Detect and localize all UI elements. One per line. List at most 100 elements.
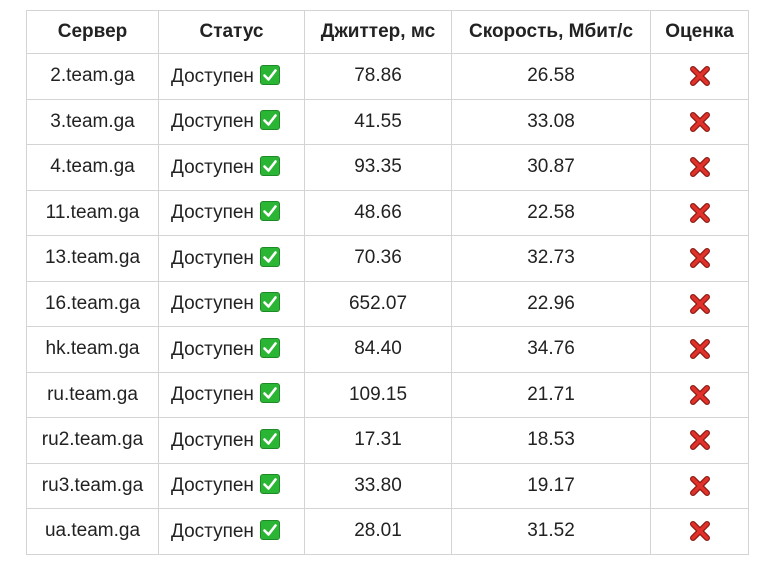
table-row: ru2.team.ga Доступен 17.31 18.53 (26, 417, 749, 464)
status-cell: Доступен (158, 508, 305, 555)
status-label: Доступен (171, 202, 254, 224)
status-label: Доступен (171, 429, 254, 451)
cross-mark-icon (689, 475, 711, 497)
jitter-cell: 33.80 (304, 462, 452, 509)
check-mark-icon (259, 519, 280, 540)
cross-mark-icon (689, 384, 711, 406)
column-header-speed: Скорость, Мбит/с (451, 10, 651, 54)
status-cell: Доступен (158, 280, 305, 327)
status-cell: Доступен (158, 235, 305, 282)
jitter-cell: 78.86 (304, 53, 452, 100)
table-row: 3.team.ga Доступен 41.55 33.08 (26, 98, 749, 145)
status-cell: Доступен (158, 462, 305, 509)
status-cell: Доступен (158, 371, 305, 418)
check-mark-icon (259, 292, 280, 313)
check-mark-icon (259, 337, 280, 358)
cross-mark-icon (689, 293, 711, 315)
status-cell: Доступен (158, 53, 305, 100)
cross-mark-icon (689, 65, 711, 87)
header-row: Сервер Статус Джиттер, мс Скорость, Мбит… (26, 10, 749, 54)
jitter-cell: 17.31 (304, 417, 452, 464)
table-row: ru.team.ga Доступен 109.15 21.71 (26, 371, 749, 418)
rating-cell (650, 280, 749, 327)
speed-cell: 26.58 (451, 53, 651, 100)
speed-cell: 18.53 (451, 417, 651, 464)
table-row: hk.team.ga Доступен 84.40 34.76 (26, 326, 749, 373)
status-label: Доступен (171, 293, 254, 315)
cross-mark-icon (689, 247, 711, 269)
status-label: Доступен (171, 111, 254, 133)
table-row: ru3.team.ga Доступен 33.80 19.17 (26, 462, 749, 509)
server-cell: 13.team.ga (26, 235, 159, 282)
cross-mark-icon (689, 202, 711, 224)
jitter-cell: 28.01 (304, 508, 452, 555)
server-cell: hk.team.ga (26, 326, 159, 373)
check-mark-icon (259, 201, 280, 222)
check-mark-icon (259, 474, 280, 495)
status-cell: Доступен (158, 144, 305, 191)
check-mark-icon (259, 110, 280, 131)
speed-cell: 33.08 (451, 98, 651, 145)
server-cell: ru3.team.ga (26, 462, 159, 509)
check-mark-icon (259, 64, 280, 85)
status-label: Доступен (171, 338, 254, 360)
status-cell: Доступен (158, 98, 305, 145)
server-cell: ru2.team.ga (26, 417, 159, 464)
cross-mark-icon (689, 111, 711, 133)
check-mark-icon (259, 428, 280, 449)
server-cell: 4.team.ga (26, 144, 159, 191)
table-body: 2.team.ga Доступен 78.86 26.58 3.team.ga Дост… (26, 53, 749, 555)
column-header-jitter: Джиттер, мс (304, 10, 452, 54)
column-header-status: Статус (158, 10, 305, 54)
table-row: 4.team.ga Доступен 93.35 30.87 (26, 144, 749, 191)
status-label: Доступен (171, 520, 254, 542)
check-mark-icon (259, 383, 280, 404)
status-label: Доступен (171, 156, 254, 178)
speed-cell: 31.52 (451, 508, 651, 555)
jitter-cell: 48.66 (304, 189, 452, 236)
speed-cell: 34.76 (451, 326, 651, 373)
column-header-rating: Оценка (650, 10, 749, 54)
cross-mark-icon (689, 156, 711, 178)
status-label: Доступен (171, 65, 254, 87)
server-cell: 2.team.ga (26, 53, 159, 100)
server-cell: 3.team.ga (26, 98, 159, 145)
server-table: Сервер Статус Джиттер, мс Скорость, Мбит… (26, 10, 749, 555)
jitter-cell: 652.07 (304, 280, 452, 327)
rating-cell (650, 144, 749, 191)
status-cell: Доступен (158, 417, 305, 464)
jitter-cell: 84.40 (304, 326, 452, 373)
speed-cell: 32.73 (451, 235, 651, 282)
status-label: Доступен (171, 384, 254, 406)
jitter-cell: 70.36 (304, 235, 452, 282)
table-row: 16.team.ga Доступен 652.07 22.96 (26, 280, 749, 327)
rating-cell (650, 189, 749, 236)
table-row: 13.team.ga Доступен 70.36 32.73 (26, 235, 749, 282)
speed-cell: 30.87 (451, 144, 651, 191)
speed-cell: 22.58 (451, 189, 651, 236)
speed-cell: 22.96 (451, 280, 651, 327)
rating-cell (650, 53, 749, 100)
cross-mark-icon (689, 429, 711, 451)
jitter-cell: 93.35 (304, 144, 452, 191)
table-row: ua.team.ga Доступен 28.01 31.52 (26, 508, 749, 555)
status-cell: Доступен (158, 189, 305, 236)
rating-cell (650, 235, 749, 282)
cross-mark-icon (689, 338, 711, 360)
status-label: Доступен (171, 247, 254, 269)
server-cell: 16.team.ga (26, 280, 159, 327)
cross-mark-icon (689, 520, 711, 542)
rating-cell (650, 417, 749, 464)
server-cell: ua.team.ga (26, 508, 159, 555)
jitter-cell: 109.15 (304, 371, 452, 418)
check-mark-icon (259, 155, 280, 176)
rating-cell (650, 98, 749, 145)
rating-cell (650, 371, 749, 418)
jitter-cell: 41.55 (304, 98, 452, 145)
table-row: 2.team.ga Доступен 78.86 26.58 (26, 53, 749, 100)
server-cell: ru.team.ga (26, 371, 159, 418)
rating-cell (650, 462, 749, 509)
server-cell: 11.team.ga (26, 189, 159, 236)
column-header-server: Сервер (26, 10, 159, 54)
status-label: Доступен (171, 475, 254, 497)
